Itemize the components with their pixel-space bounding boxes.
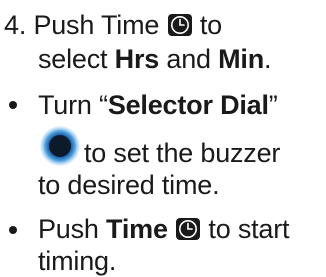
min-label: Min: [218, 44, 265, 74]
to-set-buzzer-text: to set the buzzer: [84, 138, 281, 168]
bullet-2-line-1: Push Time to start: [38, 214, 290, 244]
push-text: Push: [38, 214, 107, 244]
step-4-line-1: 4. Push Time to: [4, 10, 222, 40]
step-number: 4.: [4, 10, 27, 40]
timing-text: timing: [38, 246, 109, 276]
bullet-2: [9, 226, 17, 234]
period: .: [264, 44, 272, 74]
bullet-1-line-1: Turn “Selector Dial”: [38, 90, 278, 120]
desired-time-text: to desired time: [38, 170, 213, 200]
to-start-text: to start: [208, 214, 290, 244]
and-text: and: [159, 44, 219, 74]
period: .: [212, 170, 220, 200]
turn-text: Turn “: [38, 90, 108, 120]
selector-dial-label: Selector Dial: [107, 90, 269, 120]
clock-icon: [167, 14, 192, 36]
time-label: Time: [106, 214, 168, 244]
step-4-text-a: Push Time: [33, 10, 160, 40]
close-quote: ”: [268, 90, 278, 120]
bullet-1-line-2: to set the buzzer: [84, 138, 280, 168]
bullet-1: [9, 101, 17, 109]
step-4-select: select: [38, 44, 115, 74]
step-4-line-2: select Hrs and Min.: [38, 44, 272, 74]
hrs-label: Hrs: [114, 44, 160, 74]
period: .: [108, 246, 117, 276]
selector-dial-icon: [40, 126, 80, 166]
bullet-1-line-3: to desired time.: [38, 170, 220, 200]
step-4-text-b: to: [199, 10, 222, 40]
clock-icon: [176, 218, 201, 240]
bullet-2-line-2: timing.: [38, 246, 116, 276]
